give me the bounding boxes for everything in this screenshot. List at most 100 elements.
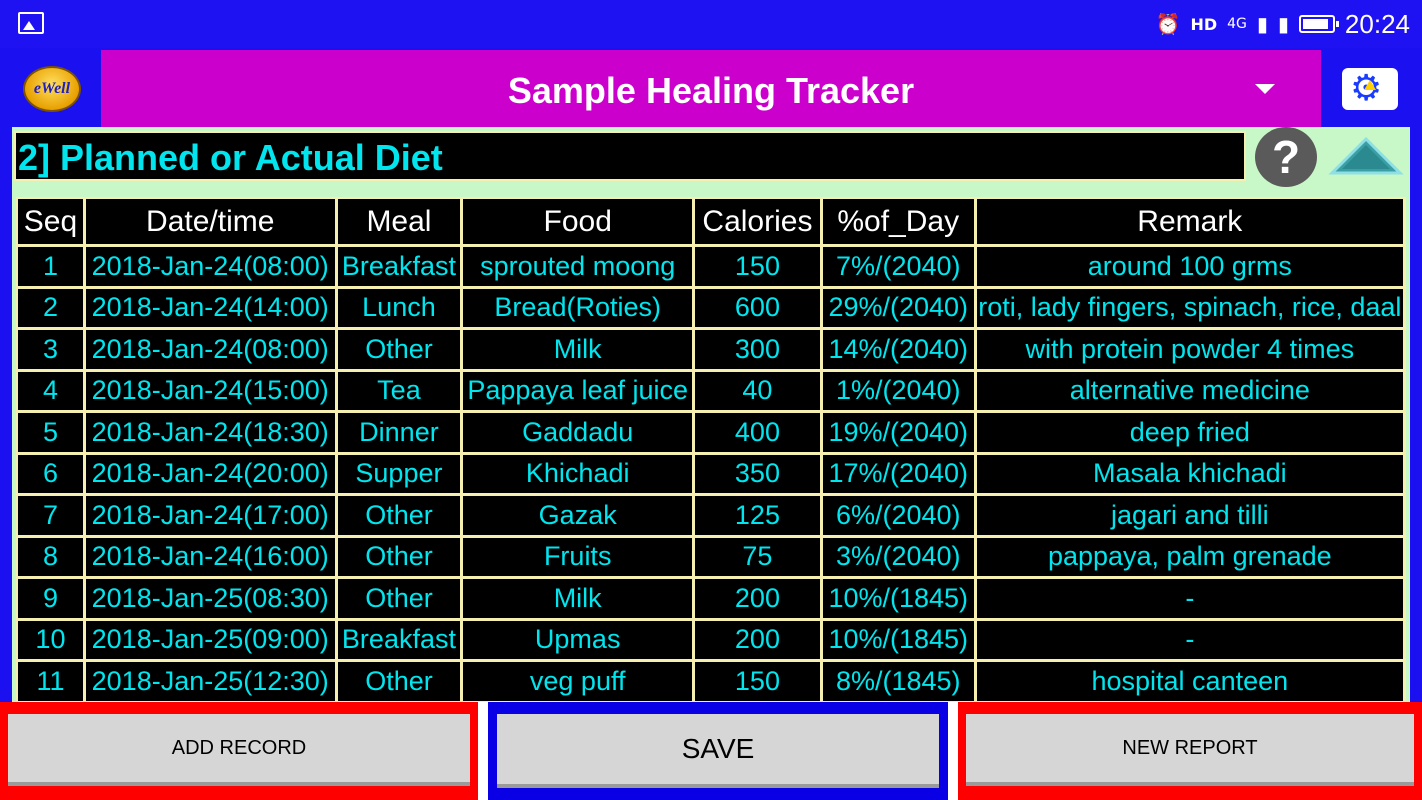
column-header-percent-of-day[interactable]: %of_Day xyxy=(822,199,977,247)
cell-datetime[interactable]: 2018-Jan-25(08:30) xyxy=(85,579,338,621)
cell-calories[interactable]: 350 xyxy=(695,454,823,496)
table-row[interactable]: 4 2018-Jan-24(15:00) Tea Pappaya leaf juice… xyxy=(18,371,1406,413)
cell-percent-of-day[interactable]: 17%/(2040) xyxy=(822,454,977,496)
table-row[interactable]: 5 2018-Jan-24(18:30) Dinner Gaddadu 400 19%/(… xyxy=(18,413,1406,455)
cell-remark[interactable]: - xyxy=(976,620,1406,662)
cell-food[interactable]: Milk xyxy=(463,330,696,372)
cell-seq[interactable]: 1 xyxy=(18,247,86,289)
cell-calories[interactable]: 125 xyxy=(695,496,823,538)
table-row[interactable]: 7 2018-Jan-24(17:00) Other Gazak 125 6%/(2040… xyxy=(18,496,1406,538)
table-row[interactable]: 3 2018-Jan-24(08:00) Other Milk 300 14%/(2040… xyxy=(18,330,1406,372)
table-row[interactable]: 8 2018-Jan-24(16:00) Other Fruits 75 3%/(2040… xyxy=(18,537,1406,579)
cell-datetime[interactable]: 2018-Jan-24(17:00) xyxy=(85,496,338,538)
cell-percent-of-day[interactable]: 10%/(1845) xyxy=(822,579,977,621)
cell-remark[interactable]: jagari and tilli xyxy=(976,496,1406,538)
cell-calories[interactable]: 75 xyxy=(695,537,823,579)
cell-meal[interactable]: Breakfast xyxy=(337,247,464,289)
cell-remark[interactable]: hospital canteen xyxy=(976,662,1406,702)
cell-calories[interactable]: 40 xyxy=(695,371,823,413)
cell-seq[interactable]: 5 xyxy=(18,413,86,455)
cell-meal[interactable]: Other xyxy=(337,537,464,579)
cell-seq[interactable]: 6 xyxy=(18,454,86,496)
cell-calories[interactable]: 200 xyxy=(695,579,823,621)
cell-food[interactable]: Gaddadu xyxy=(463,413,696,455)
cell-meal[interactable]: Breakfast xyxy=(337,620,464,662)
cell-datetime[interactable]: 2018-Jan-25(09:00) xyxy=(85,620,338,662)
cell-percent-of-day[interactable]: 7%/(2040) xyxy=(822,247,977,289)
cell-remark[interactable]: pappaya, palm grenade xyxy=(976,537,1406,579)
cell-datetime[interactable]: 2018-Jan-24(15:00) xyxy=(85,371,338,413)
column-header-meal[interactable]: Meal xyxy=(337,199,464,247)
cell-percent-of-day[interactable]: 6%/(2040) xyxy=(822,496,977,538)
column-header-calories[interactable]: Calories xyxy=(695,199,823,247)
cell-percent-of-day[interactable]: 3%/(2040) xyxy=(822,537,977,579)
cell-remark[interactable]: around 100 grms xyxy=(976,247,1406,289)
table-row[interactable]: 11 2018-Jan-25(12:30) Other veg puff 150 8%/(… xyxy=(18,662,1406,702)
cell-seq[interactable]: 11 xyxy=(18,662,86,702)
column-header-seq[interactable]: Seq xyxy=(18,199,86,247)
cell-food[interactable]: Gazak xyxy=(463,496,696,538)
cell-food[interactable]: Milk xyxy=(463,579,696,621)
cell-seq[interactable]: 9 xyxy=(18,579,86,621)
cell-datetime[interactable]: 2018-Jan-24(14:00) xyxy=(85,288,338,330)
cell-datetime[interactable]: 2018-Jan-24(16:00) xyxy=(85,537,338,579)
cell-meal[interactable]: Supper xyxy=(337,454,464,496)
cell-food[interactable]: Khichadi xyxy=(463,454,696,496)
cell-datetime[interactable]: 2018-Jan-24(08:00) xyxy=(85,247,338,289)
save-button[interactable]: SAVE xyxy=(497,714,939,788)
cell-calories[interactable]: 300 xyxy=(695,330,823,372)
cell-meal[interactable]: Lunch xyxy=(337,288,464,330)
cell-datetime[interactable]: 2018-Jan-24(18:30) xyxy=(85,413,338,455)
cell-percent-of-day[interactable]: 1%/(2040) xyxy=(822,371,977,413)
cell-percent-of-day[interactable]: 8%/(1845) xyxy=(822,662,977,702)
cell-seq[interactable]: 3 xyxy=(18,330,86,372)
table-row[interactable]: 6 2018-Jan-24(20:00) Supper Khichadi 350 17%/… xyxy=(18,454,1406,496)
cell-remark[interactable]: - xyxy=(976,579,1406,621)
cell-meal[interactable]: Other xyxy=(337,579,464,621)
table-row[interactable]: 2 2018-Jan-24(14:00) Lunch Bread(Roties) 600… xyxy=(18,288,1406,330)
settings-button[interactable]: ⚙ xyxy=(1342,68,1398,110)
cell-food[interactable]: Upmas xyxy=(463,620,696,662)
app-logo[interactable]: eWell xyxy=(23,66,81,112)
table-row[interactable]: 1 2018-Jan-24(08:00) Breakfast sprouted moo… xyxy=(18,247,1406,289)
cell-meal[interactable]: Other xyxy=(337,662,464,702)
cell-food[interactable]: sprouted moong xyxy=(463,247,696,289)
cell-datetime[interactable]: 2018-Jan-25(12:30) xyxy=(85,662,338,702)
cell-seq[interactable]: 2 xyxy=(18,288,86,330)
cell-calories[interactable]: 400 xyxy=(695,413,823,455)
column-header-remark[interactable]: Remark xyxy=(976,199,1406,247)
column-header-food[interactable]: Food xyxy=(463,199,696,247)
cell-calories[interactable]: 200 xyxy=(695,620,823,662)
cell-datetime[interactable]: 2018-Jan-24(20:00) xyxy=(85,454,338,496)
cell-food[interactable]: Fruits xyxy=(463,537,696,579)
cell-meal[interactable]: Tea xyxy=(337,371,464,413)
cell-remark[interactable]: alternative medicine xyxy=(976,371,1406,413)
cell-food[interactable]: Bread(Roties) xyxy=(463,288,696,330)
new-report-button[interactable]: NEW REPORT xyxy=(966,714,1414,786)
cell-remark[interactable]: with protein powder 4 times xyxy=(976,330,1406,372)
collapse-up-icon[interactable] xyxy=(1328,135,1404,177)
add-record-button[interactable]: ADD RECORD xyxy=(8,714,470,786)
cell-food[interactable]: veg puff xyxy=(463,662,696,702)
cell-meal[interactable]: Other xyxy=(337,330,464,372)
cell-calories[interactable]: 150 xyxy=(695,662,823,702)
cell-seq[interactable]: 10 xyxy=(18,620,86,662)
cell-remark[interactable]: Masala khichadi xyxy=(976,454,1406,496)
cell-remark[interactable]: deep fried xyxy=(976,413,1406,455)
cell-percent-of-day[interactable]: 29%/(2040) xyxy=(822,288,977,330)
cell-calories[interactable]: 150 xyxy=(695,247,823,289)
cell-seq[interactable]: 8 xyxy=(18,537,86,579)
cell-seq[interactable]: 4 xyxy=(18,371,86,413)
cell-meal[interactable]: Other xyxy=(337,496,464,538)
cell-percent-of-day[interactable]: 14%/(2040) xyxy=(822,330,977,372)
cell-percent-of-day[interactable]: 10%/(1845) xyxy=(822,620,977,662)
cell-food[interactable]: Pappaya leaf juice xyxy=(463,371,696,413)
cell-meal[interactable]: Dinner xyxy=(337,413,464,455)
cell-seq[interactable]: 7 xyxy=(18,496,86,538)
cell-calories[interactable]: 600 xyxy=(695,288,823,330)
column-header-datetime[interactable]: Date/time xyxy=(85,199,338,247)
cell-datetime[interactable]: 2018-Jan-24(08:00) xyxy=(85,330,338,372)
table-row[interactable]: 10 2018-Jan-25(09:00) Breakfast Upmas 200 10%… xyxy=(18,620,1406,662)
tracker-selector[interactable]: Sample Healing Tracker xyxy=(101,50,1321,127)
cell-remark[interactable]: roti, lady fingers, spinach, rice, daal xyxy=(976,288,1406,330)
